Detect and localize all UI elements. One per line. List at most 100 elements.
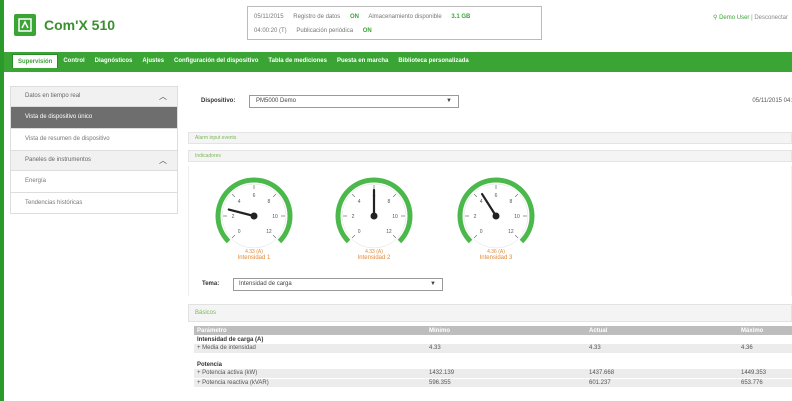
app-header: Com'X 510 05/11/2015 Registro de datos O… <box>4 0 792 50</box>
sidebar-item-energy[interactable]: Energía <box>10 170 178 192</box>
param-max: 653.776 <box>738 378 792 388</box>
param-min: 596.355 <box>426 378 586 388</box>
col-current: Actual <box>586 326 738 335</box>
tab-diagnostics[interactable]: Diagnósticos <box>90 54 138 68</box>
device-row: Dispositivo: PM5000 Demo ▼ 05/11/2015 04… <box>188 86 792 132</box>
gauge-hub <box>370 212 378 220</box>
log-label: Registro de datos <box>293 14 341 20</box>
table-row[interactable]: + Media de intensidad 4.33 4.33 4.36 <box>194 344 792 354</box>
section-indicators[interactable]: Indicadores <box>188 150 792 162</box>
status-time: 04:00:20 (T) <box>254 28 287 34</box>
device-datetime: 05/11/2015 04: <box>752 98 792 104</box>
device-select-value: PM5000 Demo <box>256 98 297 104</box>
gauge-dial: 0 2 4 6 8 10 12 <box>457 177 535 249</box>
gauge-tick-label: 2 <box>232 214 235 220</box>
gauge-tick-label: 12 <box>508 229 514 235</box>
section-basic[interactable]: Básicos <box>188 304 792 322</box>
gauge-tick-label: 2 <box>352 214 355 220</box>
param-current: 1437.668 <box>586 369 738 379</box>
table-row[interactable]: + Potencia activa (kW) 1432.139 1437.668… <box>194 369 792 379</box>
main-content: Dispositivo: PM5000 Demo ▼ 05/11/2015 04… <box>188 86 792 401</box>
menu-underline <box>4 68 792 72</box>
gauge-label: Intensidad 3 <box>479 255 513 261</box>
gauge-tick-label: 10 <box>272 214 278 220</box>
sidebar-item-device-summary[interactable]: Vista de resumen de dispositivo <box>10 128 178 150</box>
sidebar: Datos en tiempo real ︿ Vista de disposit… <box>10 86 178 401</box>
gauge-tick-label: 4 <box>358 199 361 205</box>
gauge-tick-label: 8 <box>267 199 270 205</box>
theme-label: Tema: <box>202 281 220 287</box>
col-min: Mínimo <box>426 326 586 335</box>
gauge-current-2: 024681012 4.33 (A) Intensidad 2 <box>329 174 419 284</box>
table-row[interactable]: + Potencia reactiva (kVAR) 596.355 601.2… <box>194 378 792 388</box>
user-name[interactable]: Demo User <box>719 15 749 21</box>
group-label: Potencia <box>194 360 792 369</box>
gauge-current-3: 0 2 4 6 8 10 12 4.36 (A) Intensidad 3 <box>451 174 541 284</box>
tab-settings[interactable]: Ajustes <box>137 54 169 68</box>
param-name[interactable]: + Media de intensidad <box>194 344 426 354</box>
param-min: 4.33 <box>426 344 586 354</box>
gauge-tick-label: 6 <box>495 193 498 199</box>
param-name[interactable]: + Potencia reactiva (kVAR) <box>194 378 426 388</box>
status-box: 05/11/2015 Registro de datos ON Almacena… <box>247 6 542 40</box>
gauge-current-1: 0 2 4 6 8 10 12 4.33 (A) Intensidad 1 <box>209 174 299 284</box>
param-min: 1432.139 <box>426 369 586 379</box>
gauge-tick-label: 12 <box>266 229 272 235</box>
section-alarm-events[interactable]: Alarm input events <box>188 132 792 144</box>
sidebar-item-single-device[interactable]: Vista de dispositivo único <box>10 106 178 128</box>
user-area: ⚲ Demo User | Desconectar <box>712 15 788 21</box>
gauge-tick-label: 10 <box>514 214 520 220</box>
sidebar-group-label: Datos en tiempo real <box>25 93 81 99</box>
storage-value: 3.1 GB <box>451 14 471 20</box>
gauge-tick-label: 0 <box>238 229 241 235</box>
theme-select[interactable]: Intensidad de carga ▼ <box>233 278 443 291</box>
table-group-row: Potencia <box>194 360 792 369</box>
param-name[interactable]: + Potencia activa (kW) <box>194 369 426 379</box>
log-status: ON <box>349 14 359 20</box>
param-max: 4.36 <box>738 344 792 354</box>
gauge-tick-label: 0 <box>358 229 361 235</box>
gauge-tick-label: 8 <box>509 199 512 205</box>
col-parameter: Parámetro <box>194 326 426 335</box>
col-max: Máximo <box>738 326 792 335</box>
table-header-row: Parámetro Mínimo Actual Máximo <box>194 326 792 335</box>
gauge-tick-label: 0 <box>480 229 483 235</box>
param-max: 1449.353 <box>738 369 792 379</box>
tab-commissioning[interactable]: Puesta en marcha <box>332 54 393 68</box>
table-group-row: Intensidad de carga (A) <box>194 335 792 344</box>
chevron-up-icon[interactable]: ︿ <box>159 151 167 170</box>
tab-library[interactable]: Biblioteca personalizada <box>393 54 473 68</box>
device-label: Dispositivo: <box>201 98 236 104</box>
gauge-hub <box>492 212 500 220</box>
tab-supervision[interactable]: Supervisión <box>12 54 59 68</box>
gauge-label: Intensidad 1 <box>237 255 271 261</box>
sidebar-item-trends[interactable]: Tendencias históricas <box>10 192 178 214</box>
group-label: Intensidad de carga (A) <box>194 335 792 344</box>
gauge-tick-label: 4 <box>238 199 241 205</box>
table-spacer <box>194 353 792 360</box>
storage-label: Almacenamiento disponible <box>368 14 442 20</box>
tab-device-config[interactable]: Configuración del dispositivo <box>169 54 263 68</box>
gauge-tick-label: 2 <box>474 214 477 220</box>
app-title: Com'X 510 <box>44 17 116 33</box>
status-date: 05/11/2015 <box>254 14 284 20</box>
sidebar-group-dashboards[interactable]: Paneles de instrumentos ︿ <box>10 150 178 170</box>
device-select[interactable]: PM5000 Demo ▼ <box>249 95 459 108</box>
tab-control[interactable]: Control <box>58 54 89 68</box>
param-current: 601.237 <box>586 378 738 388</box>
dropdown-arrow-icon: ▼ <box>446 98 452 104</box>
gauge-tick-label: 10 <box>392 214 398 220</box>
theme-select-value: Intensidad de carga <box>239 281 292 287</box>
user-icon: ⚲ <box>712 15 718 21</box>
chevron-up-icon[interactable]: ︿ <box>159 87 167 106</box>
param-current: 4.33 <box>586 344 738 354</box>
gauge-tick-label: 6 <box>253 193 256 199</box>
tab-measurements[interactable]: Tabla de mediciones <box>263 54 332 68</box>
parameters-table: Parámetro Mínimo Actual Máximo Intensida… <box>194 326 792 388</box>
gauges-area: 024681012 4.33 (A) Intensidad 1 02468101… <box>188 166 792 296</box>
publish-label: Publicación periódica <box>296 28 354 34</box>
main-menu: Supervisión Control Diagnósticos Ajustes… <box>4 52 792 68</box>
publish-status: ON <box>362 28 372 34</box>
sidebar-group-realtime[interactable]: Datos en tiempo real ︿ <box>10 86 178 106</box>
logout-link[interactable]: Desconectar <box>754 15 788 21</box>
